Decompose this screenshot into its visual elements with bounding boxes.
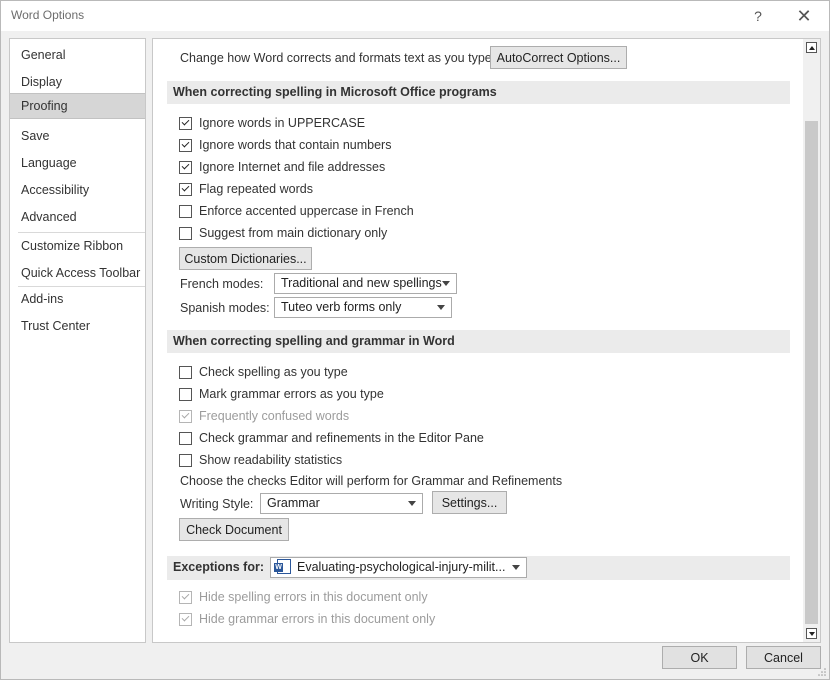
- writing-style-value: Grammar: [267, 496, 320, 510]
- check-spelling-as-you-type-checkbox[interactable]: Check spelling as you type: [179, 363, 348, 381]
- check-document-button[interactable]: Check Document: [179, 518, 289, 541]
- french-modes-label: French modes:: [180, 277, 264, 291]
- exceptions-label: Exceptions for:: [173, 560, 264, 574]
- checkbox-label: Ignore words in UPPERCASE: [199, 116, 366, 130]
- word-document-icon: [274, 559, 291, 574]
- exceptions-document-name: Evaluating-psychological-injury-milit...: [297, 560, 506, 574]
- check-icon: [181, 117, 190, 126]
- sidebar-item-quick-access-toolbar[interactable]: Quick Access Toolbar: [10, 260, 145, 286]
- checkbox-label: Ignore Internet and file addresses: [199, 160, 386, 174]
- ok-button[interactable]: OK: [662, 646, 737, 669]
- frequently-confused-words-checkbox: Frequently confused words: [179, 407, 349, 425]
- checkbox-box[interactable]: [179, 204, 192, 218]
- chevron-down-icon: [442, 281, 450, 286]
- check-icon: [181, 410, 190, 419]
- checkbox-box: [179, 409, 192, 423]
- check-icon: [181, 139, 190, 148]
- checkbox-box[interactable]: [179, 365, 192, 379]
- checkbox-box[interactable]: [179, 226, 192, 240]
- proofing-panel: Change how Word corrects and formats tex…: [152, 38, 821, 643]
- close-icon[interactable]: ✕: [789, 4, 819, 28]
- chevron-down-icon: [512, 565, 520, 570]
- ignore-numbers-checkbox[interactable]: Ignore words that contain numbers: [179, 136, 391, 154]
- title-bar: Word Options ? ✕: [1, 1, 829, 31]
- ignore-internet-addresses-checkbox[interactable]: Ignore Internet and file addresses: [179, 158, 385, 176]
- hide-grammar-errors-checkbox: Hide grammar errors in this document onl…: [179, 610, 435, 628]
- checkbox-box[interactable]: [179, 387, 192, 401]
- checkbox-label: Mark grammar errors as you type: [199, 387, 384, 401]
- checkbox-box[interactable]: [179, 453, 192, 467]
- chevron-down-icon: [437, 305, 445, 310]
- autocorrect-description: Change how Word corrects and formats tex…: [180, 51, 496, 65]
- show-readability-statistics-checkbox[interactable]: Show readability statistics: [179, 451, 342, 469]
- mark-grammar-errors-checkbox[interactable]: Mark grammar errors as you type: [179, 385, 384, 403]
- writing-style-label: Writing Style:: [180, 497, 254, 511]
- checkbox-label: Ignore words that contain numbers: [199, 138, 392, 152]
- exceptions-document-dropdown[interactable]: Evaluating-psychological-injury-milit...: [270, 557, 527, 578]
- help-button[interactable]: ?: [743, 4, 773, 28]
- checkbox-label: Check grammar and refinements in the Edi…: [199, 431, 484, 445]
- sidebar-item-accessibility[interactable]: Accessibility: [10, 177, 145, 203]
- word-options-dialog: Word Options ? ✕ General Display Proofin…: [0, 0, 830, 680]
- sidebar-item-proofing[interactable]: Proofing: [10, 93, 145, 119]
- dialog-title: Word Options: [11, 8, 85, 22]
- chevron-down-icon: [408, 501, 416, 506]
- office-spelling-section-heading: When correcting spelling in Microsoft Of…: [167, 81, 790, 104]
- resize-grip-icon[interactable]: [817, 667, 827, 677]
- scrollbar-thumb[interactable]: [805, 121, 818, 624]
- check-icon: [181, 183, 190, 192]
- checkbox-box[interactable]: [179, 431, 192, 445]
- checkbox-label: Check spelling as you type: [199, 365, 348, 379]
- checkbox-label: Hide grammar errors in this document onl…: [199, 612, 436, 626]
- checkbox-label: Hide spelling errors in this document on…: [199, 590, 428, 604]
- autocorrect-options-button[interactable]: AutoCorrect Options...: [490, 46, 627, 69]
- sidebar-item-add-ins[interactable]: Add-ins: [10, 286, 145, 312]
- vertical-scrollbar[interactable]: [803, 39, 820, 642]
- spanish-modes-value: Tuteo verb forms only: [281, 300, 402, 314]
- enforce-accented-uppercase-checkbox[interactable]: Enforce accented uppercase in French: [179, 202, 414, 220]
- check-icon: [181, 161, 190, 170]
- suggest-main-dictionary-checkbox[interactable]: Suggest from main dictionary only: [179, 224, 387, 242]
- checkbox-label: Frequently confused words: [199, 409, 350, 423]
- checkbox-box: [179, 612, 192, 626]
- cancel-button[interactable]: Cancel: [746, 646, 821, 669]
- checkbox-box[interactable]: [179, 138, 192, 152]
- custom-dictionaries-button[interactable]: Custom Dictionaries...: [179, 247, 312, 270]
- check-icon: [181, 591, 190, 600]
- checkbox-box[interactable]: [179, 116, 192, 130]
- sidebar-item-advanced[interactable]: Advanced: [10, 204, 145, 230]
- flag-repeated-words-checkbox[interactable]: Flag repeated words: [179, 180, 313, 198]
- hide-spelling-errors-checkbox: Hide spelling errors in this document on…: [179, 588, 428, 606]
- sidebar-item-customize-ribbon[interactable]: Customize Ribbon: [10, 233, 145, 259]
- spanish-modes-dropdown[interactable]: Tuteo verb forms only: [274, 297, 452, 318]
- sidebar: General Display Proofing Save Language A…: [9, 38, 146, 643]
- sidebar-item-display[interactable]: Display: [10, 69, 145, 95]
- word-spelling-grammar-section-heading: When correcting spelling and grammar in …: [167, 330, 790, 353]
- check-icon: [181, 613, 190, 622]
- french-modes-value: Traditional and new spellings: [281, 276, 442, 290]
- arrow-down-icon: [808, 631, 815, 636]
- checkbox-label: Show readability statistics: [199, 453, 343, 467]
- sidebar-item-language[interactable]: Language: [10, 150, 145, 176]
- sidebar-item-save[interactable]: Save: [10, 123, 145, 149]
- arrow-up-icon: [808, 45, 815, 50]
- sidebar-item-trust-center[interactable]: Trust Center: [10, 313, 145, 339]
- scroll-down-button[interactable]: [806, 628, 817, 639]
- checkbox-label: Enforce accented uppercase in French: [199, 204, 414, 218]
- writing-style-dropdown[interactable]: Grammar: [260, 493, 423, 514]
- checkbox-box[interactable]: [179, 182, 192, 196]
- choose-checks-text: Choose the checks Editor will perform fo…: [180, 474, 563, 488]
- settings-button[interactable]: Settings...: [432, 491, 507, 514]
- checkbox-box[interactable]: [179, 160, 192, 174]
- check-grammar-editor-pane-checkbox[interactable]: Check grammar and refinements in the Edi…: [179, 429, 484, 447]
- checkbox-box: [179, 590, 192, 604]
- ignore-uppercase-checkbox[interactable]: Ignore words in UPPERCASE: [179, 114, 365, 132]
- scroll-up-button[interactable]: [806, 42, 817, 53]
- french-modes-dropdown[interactable]: Traditional and new spellings: [274, 273, 457, 294]
- checkbox-label: Suggest from main dictionary only: [199, 226, 388, 240]
- checkbox-label: Flag repeated words: [199, 182, 313, 196]
- sidebar-item-general[interactable]: General: [10, 42, 145, 68]
- spanish-modes-label: Spanish modes:: [180, 301, 270, 315]
